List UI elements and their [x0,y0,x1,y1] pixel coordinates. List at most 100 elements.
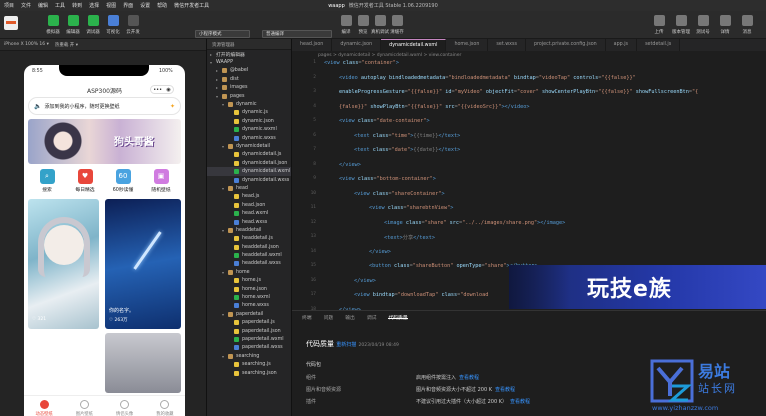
tutorial-link[interactable]: 查看教程 [495,387,515,393]
toolbar-button[interactable]: 云开发 [122,15,144,35]
avatar[interactable] [4,16,18,30]
tab-bar-item[interactable]: 情侣头像 [105,396,145,416]
folder-item[interactable]: ▾ headdetail [207,226,291,234]
file-item[interactable]: head.js [207,193,291,201]
file-item[interactable]: paperdetail.wxss [207,344,291,352]
project-root[interactable]: ▾ WAAPP [207,58,291,66]
folder-item[interactable]: ▾ home [207,268,291,276]
menu-item[interactable]: 设置 [140,2,150,9]
file-item[interactable]: headdetail.wxml [207,251,291,259]
editor-tab[interactable]: setdetail.js [637,39,681,51]
folder-item[interactable]: ▾ searching [207,352,291,360]
wallpaper-card[interactable]: ♡ 321 [28,199,99,329]
file-item[interactable]: dynamic.json [207,117,291,125]
file-item[interactable]: paperdetail.wxml [207,335,291,343]
folder-item[interactable]: ▸ @babel [207,67,291,75]
editor-tab[interactable]: dynamicdetail.wxml [381,39,447,51]
mode-select[interactable]: 小程序模式 [195,30,250,38]
capsule-menu[interactable]: ••• ◉ [150,85,174,94]
folder-item[interactable]: ▸ images [207,84,291,92]
compile-select[interactable]: 普通编译 [262,30,332,38]
code-text: </view> [369,248,391,255]
menu-item[interactable]: 编辑 [38,2,48,9]
file-item[interactable]: home.json [207,285,291,293]
menu-item[interactable]: 工具 [55,2,65,9]
wallpaper-card[interactable]: 你的名字。 ♡ 263万 [105,199,181,329]
menu-item[interactable]: 界面 [123,2,133,9]
tutorial-link[interactable]: 查看教程 [459,375,479,381]
category-button[interactable]: ♥ 每日精选 [66,169,104,197]
toolbar-button[interactable]: 清缓存 [386,15,408,35]
panel-tab[interactable]: 终端 [302,314,312,321]
file-item[interactable]: searching.js [207,360,291,368]
file-item[interactable]: dynamicdetail.wxss [207,176,291,184]
editor-tab[interactable]: home.json [446,39,489,51]
banner-image[interactable]: 狗头哥酱 [28,119,181,164]
code-text: </view> [339,161,361,168]
panel-tab[interactable]: 代码质量 [388,314,408,321]
menu-item[interactable]: 选择 [89,2,99,9]
folder-item[interactable]: ▾ head [207,184,291,192]
toolbar-button[interactable]: 可视化 [102,15,124,35]
tab-bar-item[interactable]: 我的收藏 [145,396,185,416]
category-button[interactable]: ⌕ 搜索 [28,169,66,197]
menu-item[interactable]: 文件 [21,2,31,9]
file-item[interactable]: searching.json [207,369,291,377]
file-item[interactable]: dynamic.wxss [207,134,291,142]
folder-item[interactable]: ▾ dynamic [207,100,291,108]
folder-item[interactable]: ▾ paperdetail [207,310,291,318]
editor-tab[interactable]: head.json [292,39,333,51]
file-item[interactable]: headdetail.json [207,243,291,251]
file-item[interactable]: dynamicdetail.js [207,151,291,159]
folder-item[interactable]: ▸ dist [207,75,291,83]
wallpaper-card[interactable] [105,333,181,393]
menu-item[interactable]: 帮助 [157,2,167,9]
file-item[interactable]: home.wxss [207,302,291,310]
toolbar-button[interactable]: 详情 [714,15,736,35]
category-button[interactable]: 60 60秒读懂 [104,169,142,197]
category-button[interactable]: ▣ 随机壁纸 [142,169,180,197]
panel-tab[interactable]: 问题 [324,314,334,321]
file-item[interactable]: home.wxml [207,293,291,301]
file-item[interactable]: dynamic.wxml [207,126,291,134]
file-item[interactable]: paperdetail.js [207,319,291,327]
tutorial-link[interactable]: 查看教程 [510,399,530,405]
file-item[interactable]: head.json [207,201,291,209]
file-item[interactable]: headdetail.wxss [207,260,291,268]
file-item[interactable]: dynamicdetail.json [207,159,291,167]
tab-bar-item[interactable]: 图片壁纸 [64,396,104,416]
toolbar-button[interactable]: 上传 [648,15,670,35]
panel-tab[interactable]: 调试 [367,314,377,321]
toolbar-button[interactable]: 消息 [736,15,758,35]
toolbar-button[interactable]: 测试号 [692,15,714,35]
editor-tab[interactable]: app.js [606,39,638,51]
file-item[interactable]: headdetail.js [207,235,291,243]
menu-item[interactable]: 转到 [72,2,82,9]
editor-tab[interactable]: dynamic.json [332,39,382,51]
menu-item[interactable]: 项目 [4,2,14,9]
toolbar-button[interactable]: 调试器 [82,15,104,35]
folder-item[interactable]: ▾ pages [207,92,291,100]
editor-tab[interactable]: project.private.config.json [526,39,606,51]
rescan-link[interactable]: 重新扫描 [336,342,356,348]
device-select[interactable]: iPhone X 100% 16 ▾ [4,42,49,47]
file-item[interactable]: head.wxml [207,209,291,217]
file-item[interactable]: head.wxss [207,218,291,226]
file-item[interactable]: paperdetail.json [207,327,291,335]
promo-banner: 玩技e族 [509,265,766,309]
toolbar-button[interactable]: 编辑器 [62,15,84,35]
file-item[interactable]: home.js [207,277,291,285]
folder-item[interactable]: ▾ dynamicdetail [207,142,291,150]
menu-item[interactable]: 微信开发者工具 [174,2,209,9]
panel-tab[interactable]: 输出 [345,314,355,321]
menu-item[interactable]: 视图 [106,2,116,9]
file-item[interactable]: dynamic.js [207,109,291,117]
editor-tab[interactable]: set.wxss [488,39,526,51]
toolbar-button[interactable]: 模拟器 [42,15,64,35]
notice-bar[interactable]: 🔈 添加到我的小程序，随时更换壁纸 ✦ [28,97,181,115]
toolbar-button[interactable]: 版本管理 [670,15,692,35]
hot-reload-toggle[interactable]: 热重载 开 ▾ [55,42,78,48]
open-editors-section[interactable]: ▸ 打开的编辑器 [207,50,291,58]
file-item[interactable]: dynamicdetail.wxml [207,167,291,176]
tab-bar-item[interactable]: 动态壁纸 [24,396,64,416]
